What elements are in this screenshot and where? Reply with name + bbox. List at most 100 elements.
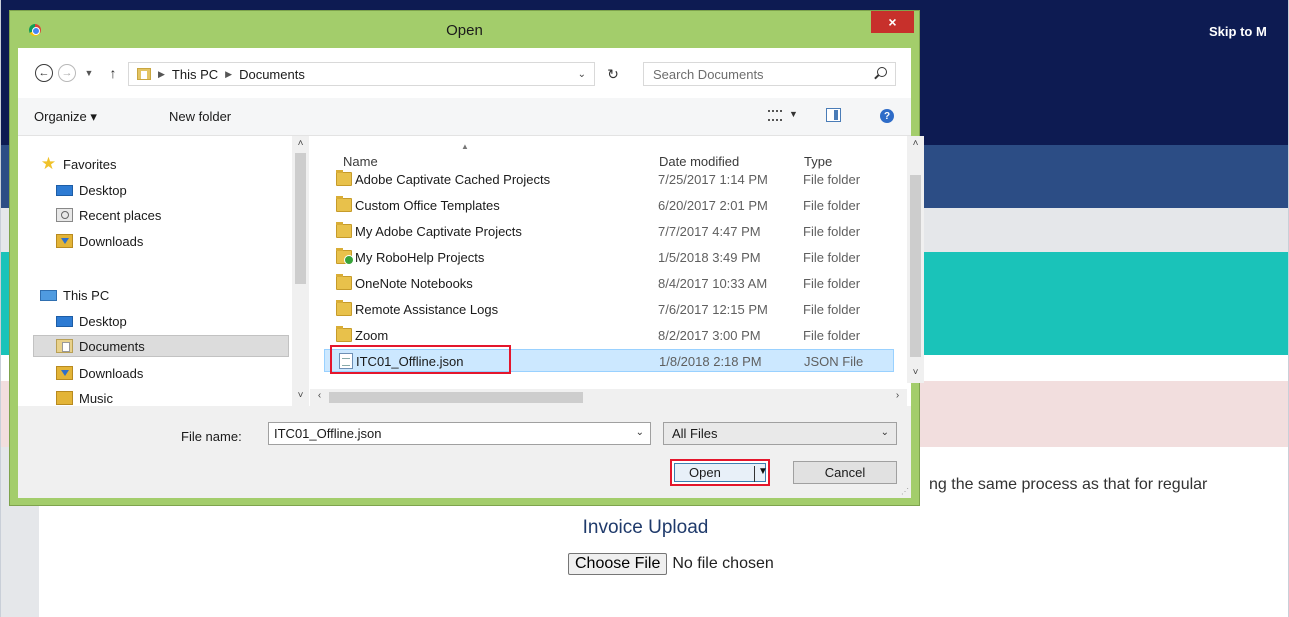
nav-item-downloads[interactable]: Downloads xyxy=(56,230,143,252)
chevron-right-icon: ▶ xyxy=(158,68,165,79)
chevron-down-icon: ⌄ xyxy=(880,427,889,438)
breadcrumb-this-pc[interactable]: This PC xyxy=(172,67,218,82)
file-name-value: ITC01_Offline.json xyxy=(274,426,382,441)
cancel-button[interactable]: Cancel xyxy=(793,461,897,484)
back-button[interactable]: ← xyxy=(35,64,53,82)
scrollbar-thumb[interactable] xyxy=(910,175,921,357)
file-row[interactable]: Adobe Captivate Cached Projects 7/25/201… xyxy=(324,168,894,191)
file-name-input[interactable]: ITC01_Offline.json ⌄ xyxy=(268,422,651,445)
scroll-up-icon[interactable]: ˄ xyxy=(292,138,309,149)
scroll-right-icon[interactable]: › xyxy=(889,390,906,401)
file-name: OneNote Notebooks xyxy=(355,276,473,291)
file-list: ▲ Name Date modified Type Adobe Captivat… xyxy=(310,136,907,406)
resize-grip-icon[interactable]: ⋰ xyxy=(901,487,909,496)
file-type: File folder xyxy=(803,302,861,317)
sort-ascending-icon: ▲ xyxy=(461,142,469,151)
chevron-right-icon: ▶ xyxy=(225,68,233,79)
file-row[interactable]: Custom Office Templates 6/20/2017 2:01 P… xyxy=(324,194,894,217)
refresh-button[interactable]: ↻ xyxy=(598,62,628,86)
file-name: My RoboHelp Projects xyxy=(355,250,485,265)
up-folder-button[interactable]: ↑ xyxy=(104,64,122,82)
file-name: My Adobe Captivate Projects xyxy=(355,224,522,239)
close-button[interactable]: × xyxy=(871,11,914,33)
column-header-type[interactable]: Type xyxy=(804,154,832,169)
nav-item-recent-places[interactable]: Recent places xyxy=(56,204,161,226)
file-row[interactable]: OneNote Notebooks 8/4/2017 10:33 AM File… xyxy=(324,272,894,295)
organize-button[interactable]: Organize ▾ xyxy=(34,109,97,125)
nav-item-favorites[interactable]: ★ Favorites xyxy=(40,153,117,175)
nav-item-desktop[interactable]: Desktop xyxy=(56,310,127,332)
star-icon: ★ xyxy=(40,154,57,173)
file-name: Zoom xyxy=(355,328,389,343)
recent-locations-button[interactable]: ▼ xyxy=(80,64,98,82)
recent-places-icon xyxy=(56,208,73,222)
dialog-title: Open xyxy=(446,22,483,39)
search-input[interactable]: Search Documents xyxy=(643,62,896,86)
file-date: 1/5/2018 3:49 PM xyxy=(658,250,761,265)
column-header-date-modified[interactable]: Date modified xyxy=(659,154,739,169)
skip-to-main-link[interactable]: Skip to M xyxy=(1209,24,1267,39)
scroll-left-icon[interactable]: ‹ xyxy=(311,390,328,401)
music-icon xyxy=(56,391,73,405)
nav-item-label: Desktop xyxy=(79,313,127,329)
scrollbar-thumb[interactable] xyxy=(329,392,583,403)
page-body-text: ng the same process as that for regular xyxy=(929,476,1208,493)
nav-item-label: Downloads xyxy=(79,365,144,381)
change-view-icon[interactable] xyxy=(768,110,782,121)
open-file-dialog: Open × ← → ▼ ↑ ▶ This PC ▶ Documents ⌄ ↻… xyxy=(9,10,924,506)
address-bar[interactable]: ▶ This PC ▶ Documents ⌄ xyxy=(128,62,595,86)
back-arrow-icon: ← xyxy=(38,67,50,79)
preview-pane-icon[interactable] xyxy=(826,108,841,122)
file-name: Custom Office Templates xyxy=(355,198,500,213)
open-button-face[interactable]: Open ▼ xyxy=(674,463,768,482)
scroll-down-icon[interactable]: ˅ xyxy=(907,367,924,378)
file-date: 8/4/2017 10:33 AM xyxy=(658,276,768,291)
file-type: File folder xyxy=(803,250,861,265)
scroll-down-icon[interactable]: ˅ xyxy=(292,390,309,401)
file-list-scrollbar[interactable]: ˄ ˅ xyxy=(907,136,924,383)
chevron-down-icon: ▼ xyxy=(84,68,94,78)
search-placeholder: Search Documents xyxy=(653,66,764,82)
scroll-up-icon[interactable]: ˄ xyxy=(907,138,924,149)
file-type-select[interactable]: All Files ⌄ xyxy=(663,422,897,445)
file-date: 8/2/2017 3:00 PM xyxy=(658,328,761,343)
nav-item-documents[interactable]: Documents xyxy=(33,335,289,357)
nav-item-downloads[interactable]: Downloads xyxy=(56,362,143,384)
file-name: Remote Assistance Logs xyxy=(355,302,499,317)
folder-icon xyxy=(336,300,352,316)
open-button[interactable]: Open ▼ xyxy=(670,459,770,486)
folder-icon xyxy=(336,170,352,186)
dialog-titlebar[interactable]: Open × xyxy=(10,11,919,44)
new-folder-button[interactable]: New folder xyxy=(169,109,231,124)
file-row[interactable]: My Adobe Captivate Projects 7/7/2017 4:4… xyxy=(324,220,894,243)
nav-item-label: Desktop xyxy=(79,182,127,198)
help-icon[interactable]: ? xyxy=(880,109,894,123)
chevron-down-icon[interactable]: ⌄ xyxy=(636,427,644,438)
file-row[interactable]: My RoboHelp Projects 1/5/2018 3:49 PM Fi… xyxy=(324,246,894,269)
column-header-name[interactable]: Name xyxy=(343,154,378,169)
forward-button[interactable]: → xyxy=(58,64,76,82)
nav-item-label: Favorites xyxy=(63,156,117,172)
breadcrumb-documents[interactable]: Documents xyxy=(239,67,305,82)
chevron-down-icon[interactable]: ▼ xyxy=(789,109,798,119)
chevron-down-icon[interactable]: ⌄ xyxy=(578,69,586,80)
navigation-pane-scrollbar[interactable]: ˄ ˅ xyxy=(292,136,309,406)
nav-item-music[interactable]: Music xyxy=(56,387,113,406)
nav-item-label: Music xyxy=(79,390,113,406)
nav-item-desktop[interactable]: Desktop xyxy=(56,179,127,201)
file-list-horizontal-scrollbar[interactable]: ‹ › xyxy=(310,389,907,406)
dialog-bottom-pane: File name: ITC01_Offline.json ⌄ All File… xyxy=(18,406,911,498)
file-row[interactable]: Zoom 8/2/2017 3:00 PM File folder xyxy=(324,324,894,347)
refresh-icon: ↻ xyxy=(607,65,619,82)
file-type: File folder xyxy=(803,328,861,343)
nav-item-label: Downloads xyxy=(79,233,144,249)
forward-arrow-icon: → xyxy=(61,67,73,79)
chevron-down-icon[interactable]: ▼ xyxy=(758,466,768,477)
desktop-icon xyxy=(56,315,73,327)
file-type: File folder xyxy=(803,224,861,239)
scrollbar-thumb[interactable] xyxy=(295,153,306,284)
choose-file-button[interactable]: Choose File xyxy=(568,553,668,575)
folder-icon xyxy=(336,274,352,290)
nav-item-this-pc[interactable]: This PC xyxy=(40,284,109,306)
file-row[interactable]: Remote Assistance Logs 7/6/2017 12:15 PM… xyxy=(324,298,894,321)
